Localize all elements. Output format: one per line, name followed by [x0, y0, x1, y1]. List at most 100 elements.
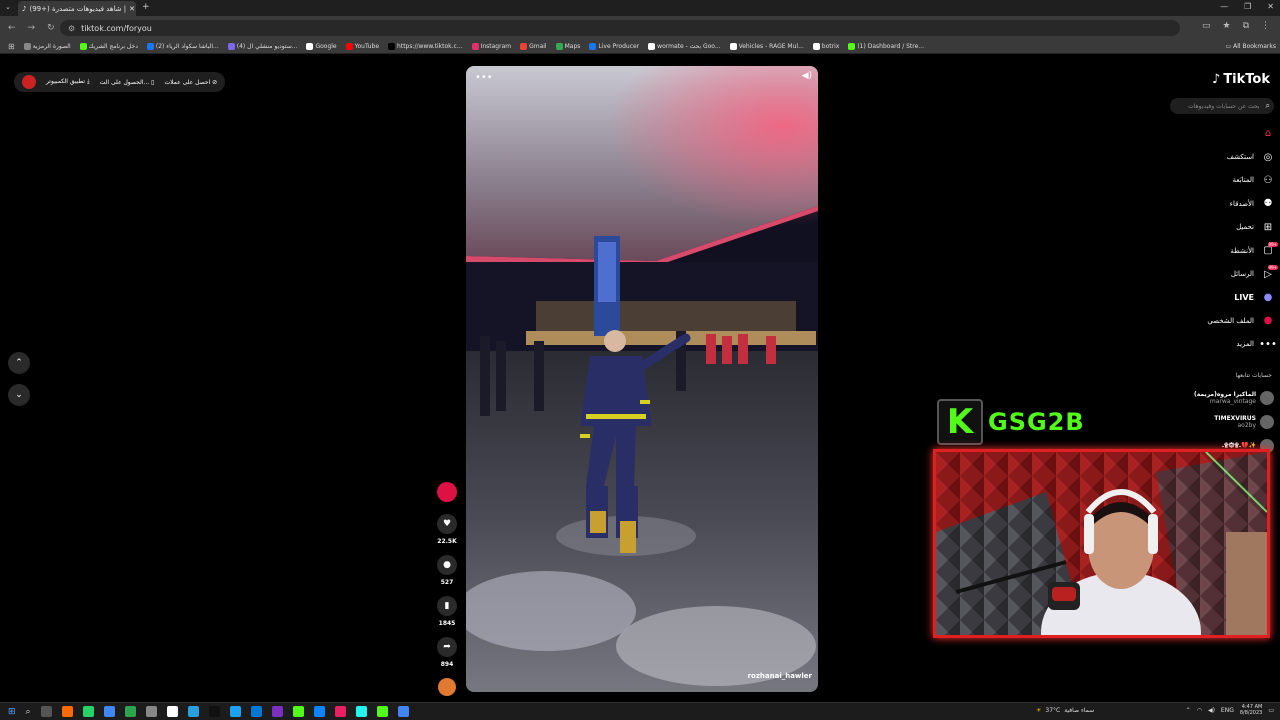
share-button[interactable]: ➦ [437, 637, 457, 657]
url-input[interactable]: ⚙ tiktok.com/foryou [60, 20, 1180, 36]
bookmark-item[interactable]: Maps [555, 43, 580, 50]
bookmark-item[interactable]: الصورة الرمزية [23, 43, 71, 50]
bookmark-item[interactable]: https://www.tiktok.c... [388, 43, 463, 50]
back-icon[interactable]: ← [8, 23, 16, 33]
sidebar-item-home[interactable]: ⌂ [1154, 122, 1274, 145]
compass-icon: ◎ [1263, 151, 1273, 163]
taskbar-app-icon[interactable] [229, 706, 241, 717]
bookmark-item[interactable]: (1) Dashboard / Stre... [848, 43, 924, 50]
cast-icon[interactable]: ▭ [1202, 21, 1211, 31]
browser-tab[interactable]: ♪ (99+) شاهد فيديوهات متصدرة | ✕ [18, 1, 136, 16]
taskbar-app-icon[interactable] [334, 706, 346, 717]
new-tab-icon[interactable]: + [142, 2, 150, 12]
comment-button[interactable]: ● [437, 555, 457, 575]
bookmark-item[interactable]: botrix [812, 43, 839, 50]
following-account[interactable]: الماكيرا مروه(مريمة) marwa_vintage [1174, 386, 1274, 410]
bookmark-item[interactable]: (2) الباشا سكواد الرياء... [146, 43, 219, 50]
taskbar-app-icon[interactable] [271, 706, 283, 717]
taskbar-app-icon[interactable] [187, 706, 199, 717]
sidebar-item-friends[interactable]: الأصدقاء ⚉ [1154, 192, 1274, 215]
bookmark-item[interactable]: Google [306, 43, 337, 50]
apps-grid-icon[interactable]: ⊞ [8, 42, 15, 51]
account-avatar [1260, 391, 1274, 405]
taskbar-app-icon[interactable] [397, 706, 409, 717]
following-account[interactable]: TIMEXVIRUS ao2by [1174, 410, 1274, 434]
bookmark-item[interactable]: wormate - بحث Goo... [648, 43, 721, 50]
bookmark-item[interactable]: Gmail [520, 43, 547, 50]
creator-avatar[interactable] [437, 482, 457, 502]
search-icon[interactable]: ⌕ [1266, 101, 1270, 111]
tray-up-icon[interactable]: ⌃ [1186, 707, 1191, 714]
taskbar-app-icon[interactable] [145, 706, 157, 717]
video-player[interactable]: ••• ◀) rozhanai_hawler [466, 66, 818, 692]
language-indicator[interactable]: ENG [1221, 707, 1234, 714]
tab-list-icon[interactable]: ⌄ [5, 3, 11, 11]
tab-title: (99+) شاهد فيديوهات متصدرة | [29, 4, 127, 13]
bookmark-item[interactable]: دخل برنامج الشريك [79, 43, 138, 50]
save-button[interactable]: ▮ [437, 596, 457, 616]
notification-badge: 99+ [1267, 241, 1278, 247]
notification-badge: 99+ [1267, 265, 1278, 271]
sidebar-item-live[interactable]: LIVE ● [1154, 286, 1274, 309]
user-avatar[interactable] [22, 75, 36, 89]
sidebar-item-more[interactable]: المزيد ••• [1154, 333, 1276, 356]
bookmark-item[interactable]: Live Producer [589, 43, 639, 50]
forward-icon[interactable]: → [28, 23, 36, 33]
like-button[interactable]: ♥ [437, 514, 457, 534]
star-icon[interactable]: ★ [1222, 21, 1230, 31]
clock[interactable]: 4:47 AM 8/8/2023 [1240, 704, 1262, 716]
search-taskbar-icon[interactable]: ⌕ [26, 707, 31, 717]
profile-menu-icon[interactable]: ⋮ [1261, 21, 1270, 31]
tiktok-logo[interactable]: ♪ TikTok [1212, 72, 1270, 87]
sidebar-item-upload[interactable]: تحميل ⊞ [1154, 216, 1274, 239]
next-video-button[interactable]: ⌄ [8, 384, 30, 406]
sidebar-item-activity[interactable]: الأنشطة ▢ 99+ [1154, 239, 1278, 262]
weather-widget[interactable]: ☀ 37°C سماء صافية [1036, 707, 1094, 714]
sidebar-item-profile[interactable]: الملف الشخصي ● [1154, 309, 1274, 332]
sidebar-item-messages[interactable]: الرسائل ▷ 99+ [1154, 262, 1278, 285]
extensions-icon[interactable]: ⧉ [1243, 21, 1249, 31]
taskbar-app-icon[interactable] [124, 706, 136, 717]
sound-icon[interactable]: ◀) [802, 71, 812, 81]
sidebar-item-following[interactable]: المتابَعة ⚇ [1154, 169, 1274, 192]
taskbar-app-icon[interactable] [250, 706, 262, 717]
live-icon: ● [1263, 291, 1273, 303]
taskbar-app-icon[interactable] [40, 706, 52, 717]
taskbar-app-icon[interactable] [355, 706, 367, 717]
video-more-icon[interactable]: ••• [475, 72, 493, 83]
bookmark-item[interactable]: Vehicles - RAGE Mul... [729, 43, 804, 50]
bookmark-item[interactable]: Instagram [471, 43, 511, 50]
get-on-tv-button[interactable]: الحصول على الت... ▯ [100, 79, 155, 86]
taskbar-app-icon[interactable] [61, 706, 73, 717]
reload-icon[interactable]: ↻ [47, 23, 55, 33]
maximize-icon[interactable]: ❐ [1244, 2, 1251, 11]
notification-icon[interactable]: ▭ [1268, 707, 1274, 714]
get-coins-button[interactable]: احصل على عملات ⊘ [164, 79, 217, 86]
close-tab-icon[interactable]: ✕ [129, 5, 135, 13]
taskbar-app-icon[interactable] [166, 706, 178, 717]
taskbar-app-icon[interactable] [208, 706, 220, 717]
start-icon[interactable]: ⊞ [8, 707, 16, 717]
minimize-icon[interactable]: — [1220, 2, 1228, 11]
following-list: الماكيرا مروه(مريمة) marwa_vintage TIMEXVI… [1174, 386, 1274, 458]
site-info-icon[interactable]: ⚙ [68, 24, 75, 33]
taskbar-app-icon[interactable] [376, 706, 388, 717]
wifi-icon[interactable]: ◠ [1197, 707, 1202, 714]
desktop-app-button[interactable]: تطبيق الكمبيوتر ⤓ [46, 78, 90, 86]
bookmark-item[interactable]: YouTube [345, 43, 379, 50]
bookmark-item[interactable]: (4) ستوديو منشلي ال... [227, 43, 297, 50]
video-frame [466, 66, 818, 692]
close-window-icon[interactable]: ✕ [1267, 2, 1274, 11]
taskbar-app-icon[interactable] [313, 706, 325, 717]
bookmark-favicon-icon [388, 43, 396, 50]
volume-icon[interactable]: ◀) [1208, 707, 1215, 714]
search-input[interactable]: بحث عن حسابات وفيديوهات ⌕ [1170, 98, 1274, 114]
home-icon: ⌂ [1264, 128, 1272, 140]
all-bookmarks[interactable]: ▭ All Bookmarks [1226, 43, 1276, 50]
sidebar-item-compass[interactable]: استكشف ◎ [1154, 145, 1274, 168]
taskbar-app-icon[interactable] [82, 706, 94, 717]
taskbar-app-icon[interactable] [292, 706, 304, 717]
taskbar-app-icon[interactable] [103, 706, 115, 717]
previous-video-button[interactable]: ⌃ [8, 352, 30, 374]
sound-disc[interactable] [438, 678, 456, 696]
